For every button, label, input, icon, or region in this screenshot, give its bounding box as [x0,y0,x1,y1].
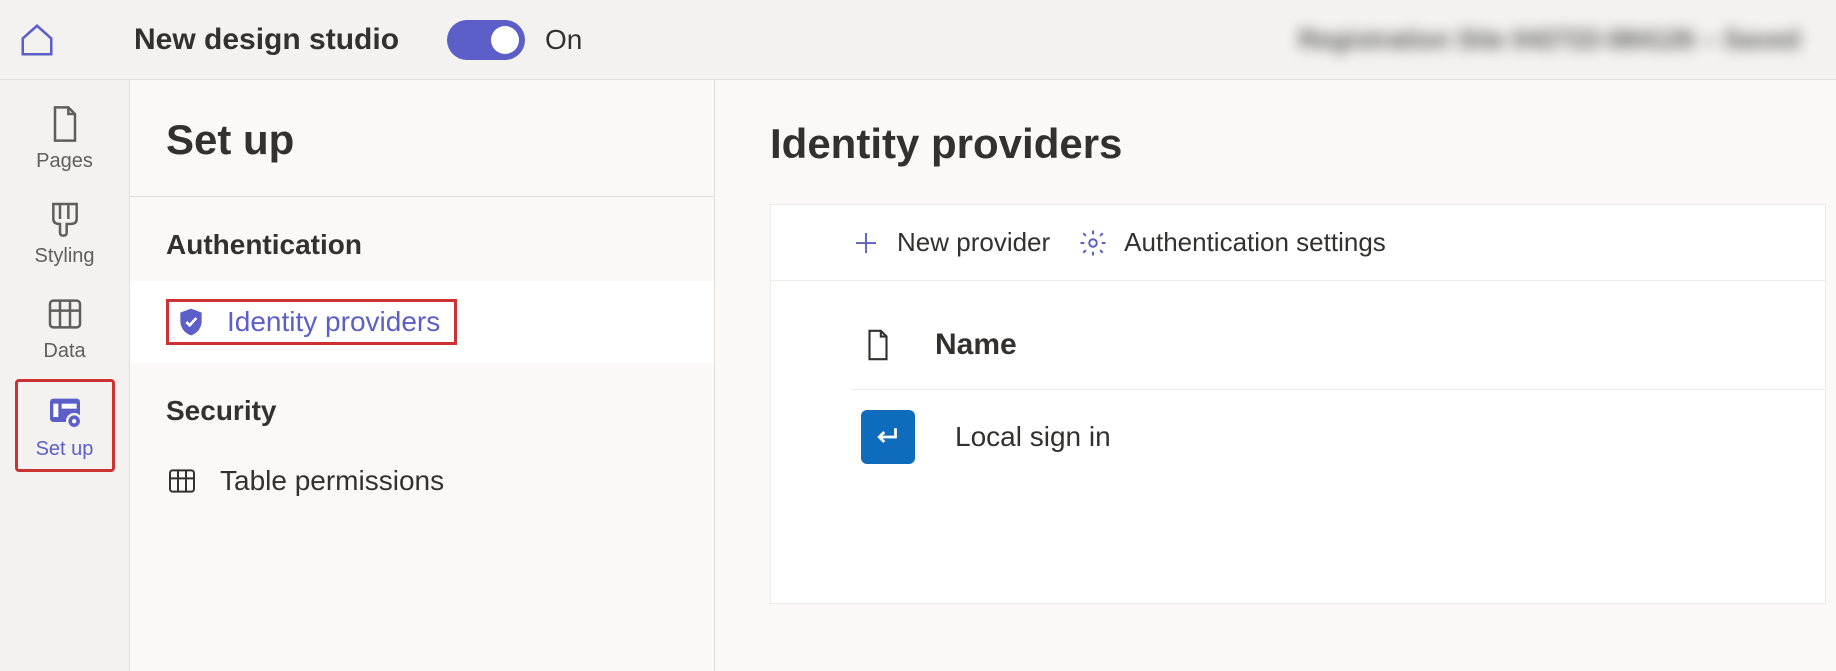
home-icon[interactable] [18,21,56,59]
rail-label: Set up [36,438,94,461]
site-status: Registration Site 042722-084126 – Saved [1298,24,1800,55]
gear-icon [1078,228,1108,258]
file-icon [861,325,895,365]
rail-item-pages[interactable]: Pages [15,94,115,181]
column-header-name[interactable]: Name [935,328,1017,362]
plus-icon [851,228,881,258]
table-icon [166,465,198,497]
rail-label: Pages [36,150,93,173]
rail-item-styling[interactable]: Styling [15,189,115,276]
cmd-label: Authentication settings [1124,227,1386,258]
menu-label: Identity providers [227,306,440,338]
section-header-authentication: Authentication [130,197,714,281]
content-title: Identity providers [770,120,1836,168]
design-studio-toggle[interactable] [447,20,525,60]
shield-check-icon [175,306,207,338]
left-rail: Pages Styling Data Set up [0,80,130,671]
table-row[interactable]: Local sign in [851,390,1825,484]
setup-panel: Set up Authentication Identity providers… [130,80,715,671]
rail-item-setup[interactable]: Set up [15,379,115,472]
menu-label: Table permissions [220,465,444,497]
content-card: New provider Authentication settings Nam… [770,204,1826,604]
panel-title: Set up [130,116,714,197]
local-signin-icon [861,410,915,464]
topbar-title: New design studio [134,23,399,57]
topbar: New design studio On Registration Site 0… [0,0,1836,80]
command-bar: New provider Authentication settings [771,205,1825,281]
providers-table: Name Local sign in [771,281,1825,484]
table-header: Name [851,311,1825,390]
row-name: Local sign in [955,421,1111,453]
return-icon [873,422,903,452]
rail-label: Styling [34,245,94,268]
content-area: Identity providers New provider Authenti… [715,80,1836,671]
rail-item-data[interactable]: Data [15,284,115,371]
menu-item-table-permissions[interactable]: Table permissions [130,447,714,515]
new-provider-button[interactable]: New provider [851,227,1050,258]
rail-label: Data [43,340,85,363]
auth-settings-button[interactable]: Authentication settings [1078,227,1386,258]
cmd-label: New provider [897,227,1050,258]
menu-item-identity-providers[interactable]: Identity providers [130,281,714,363]
toggle-label: On [545,24,582,56]
section-header-security: Security [130,363,714,447]
